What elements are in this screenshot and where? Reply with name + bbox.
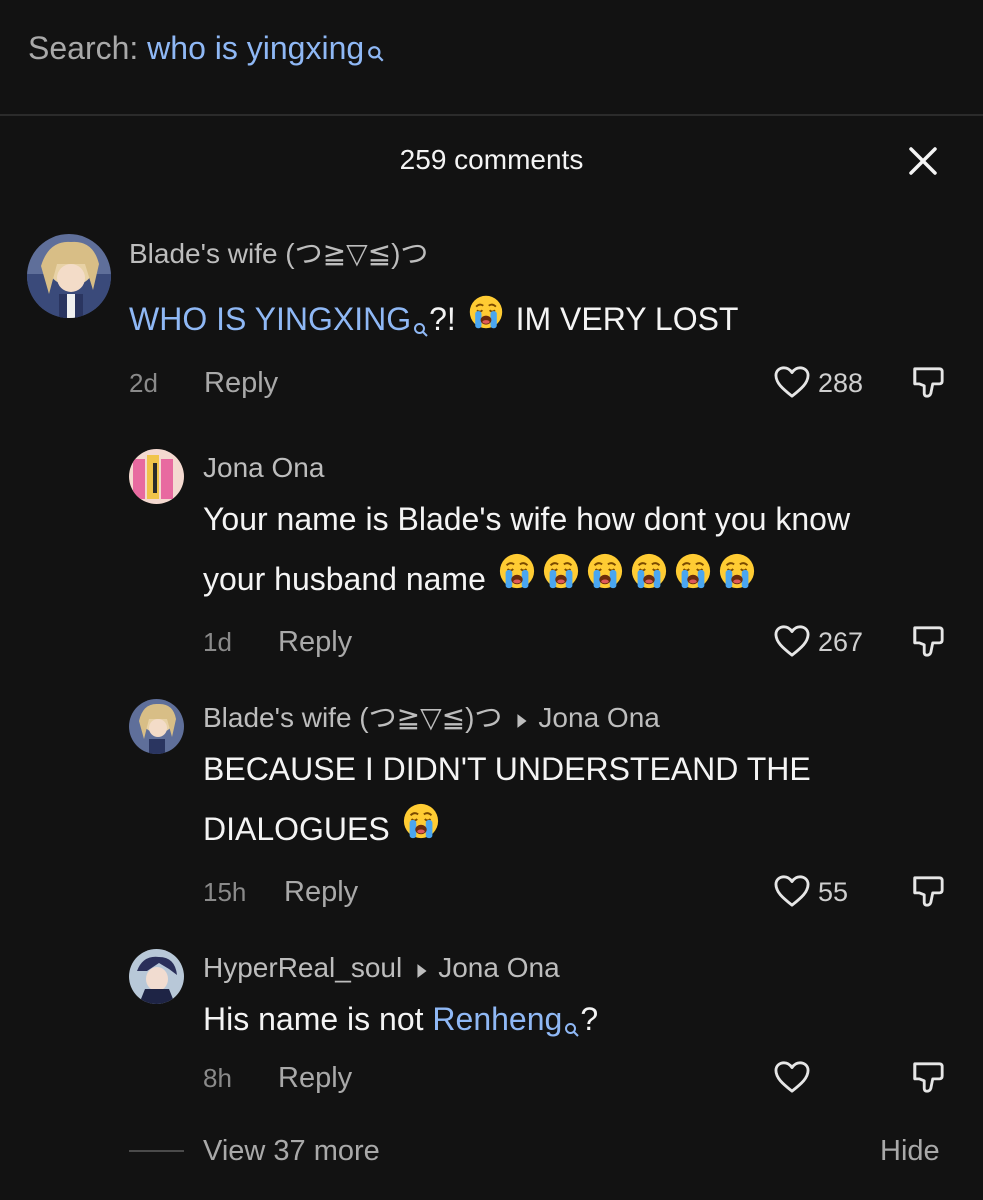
crying-face-emoji (674, 549, 712, 609)
like-count: 288 (818, 368, 864, 398)
crying-face-emoji (718, 549, 756, 609)
divider (0, 114, 983, 116)
crying-face-emoji (402, 799, 440, 859)
avatar[interactable] (129, 449, 184, 504)
comments-count: 259 comments (399, 144, 584, 175)
search-icon[interactable] (367, 32, 385, 72)
divider (129, 1150, 184, 1152)
like-count: 267 (818, 627, 864, 657)
thumbs-down-icon[interactable] (911, 1060, 945, 1099)
reply-arrow-icon (516, 702, 528, 738)
comment-text: DIALOGUES (203, 799, 443, 859)
heart-icon[interactable] (773, 1060, 811, 1099)
comment-username-link[interactable]: HyperReal_soul (203, 952, 402, 983)
search-icon[interactable] (413, 297, 429, 357)
search-link[interactable]: WHO IS YINGXING (129, 301, 411, 337)
crying-face-emoji (542, 549, 580, 609)
comment-username-link[interactable]: Blade's wife (つ≧▽≦)つ (203, 702, 502, 733)
search-link[interactable]: Renheng (432, 1001, 562, 1037)
thumbs-down-icon[interactable] (911, 624, 945, 663)
search-field[interactable]: Search: who is yingxing (28, 28, 385, 72)
comment-text: His name is not Renheng? (203, 989, 598, 1057)
avatar[interactable] (129, 699, 184, 754)
comment-text-part: His name is not (203, 1001, 433, 1037)
crying-face-emoji (498, 549, 536, 609)
search-icon[interactable] (564, 997, 580, 1057)
comment-text: WHO IS YINGXING?! IM VERY LOST (129, 289, 738, 357)
heart-icon[interactable] (773, 365, 811, 404)
crying-face-emoji (586, 549, 624, 609)
comment-time: 1d (203, 627, 232, 657)
reply-arrow-icon (416, 952, 428, 988)
reply-button[interactable]: Reply (204, 365, 278, 401)
heart-icon[interactable] (773, 874, 811, 913)
hide-button[interactable]: Hide (880, 1133, 940, 1169)
comment-text-part: ?! (429, 301, 465, 337)
comment-username: Blade's wife (つ≧▽≦)つ Jona Ona (203, 700, 660, 738)
view-more-button[interactable]: View 37 more (203, 1133, 380, 1169)
comment-text-part: IM VERY LOST (515, 301, 739, 337)
comment-text: Your name is Blade's wife how dont you k… (203, 501, 851, 537)
crying-face-emoji (468, 289, 504, 349)
comment-username[interactable]: Jona Ona (203, 450, 324, 486)
avatar[interactable] (27, 234, 111, 318)
close-icon[interactable] (905, 143, 941, 179)
reply-target-username[interactable]: Jona Ona (538, 702, 659, 733)
search-bar[interactable]: Search: who is yingxing (0, 0, 983, 114)
comment-username[interactable]: Blade's wife (つ≧▽≦)つ (129, 236, 428, 272)
reply-button[interactable]: Reply (278, 1060, 352, 1096)
comment-text: BECAUSE I DIDN'T UNDERSTEAND THE (203, 751, 811, 787)
avatar[interactable] (129, 949, 184, 1004)
like-count: 55 (818, 877, 849, 907)
heart-icon[interactable] (773, 624, 811, 663)
comment-time: 2d (129, 368, 158, 398)
comment-text-part: DIALOGUES (203, 811, 390, 847)
comment-time: 8h (203, 1063, 232, 1093)
search-label: Search: (28, 30, 139, 66)
thumbs-down-icon[interactable] (911, 365, 945, 404)
reply-button[interactable]: Reply (284, 874, 358, 910)
comment-time: 15h (203, 877, 247, 907)
comment-text-part: your husband name (203, 561, 486, 597)
comment-username: HyperReal_soul Jona Ona (203, 950, 560, 988)
reply-target-username[interactable]: Jona Ona (438, 952, 559, 983)
crying-face-emoji (630, 549, 668, 609)
comment-text: your husband name (203, 549, 759, 609)
comment-text-part: ? (580, 1001, 599, 1037)
reply-button[interactable]: Reply (278, 624, 352, 660)
thumbs-down-icon[interactable] (911, 874, 945, 913)
search-query[interactable]: who is yingxing (147, 30, 364, 66)
